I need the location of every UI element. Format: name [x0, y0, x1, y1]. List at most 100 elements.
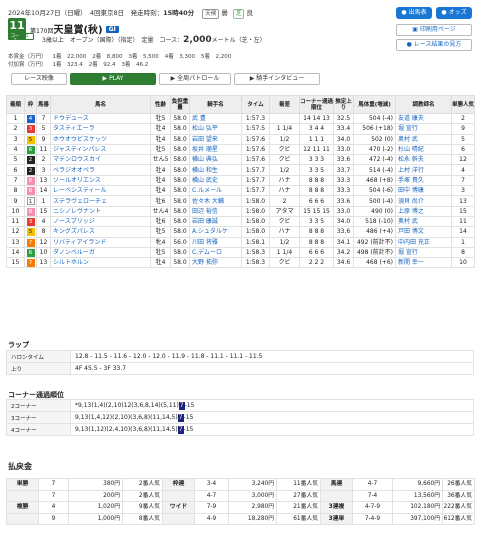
race-time: 1:57.7: [241, 164, 270, 176]
weight-carried: 58.0: [170, 143, 190, 156]
results-header-cell: 馬番: [36, 95, 51, 114]
table-row: 2 3 5 タスティエーラ 牡4 58.0 松山 弘平 1:57.5 1 1/4 3 4 4 33.…: [6, 123, 475, 135]
horse-name[interactable]: ホウオウビスケッツ: [50, 133, 151, 145]
jockey-name[interactable]: 川田 将雅: [189, 236, 242, 248]
margin: 1/2: [269, 133, 300, 145]
trainer-name[interactable]: 戸田 博文: [395, 226, 452, 238]
last-3f: 34.6: [333, 257, 354, 269]
payout-popularity: 11番人気: [276, 478, 321, 491]
print-page-button[interactable]: ▣ 印刷用ページ: [396, 24, 472, 36]
jockey-interview-tab[interactable]: ▶ 騎手インタビュー: [234, 73, 320, 85]
horse-name[interactable]: ダノンベルーガ: [50, 246, 151, 259]
trainer-name[interactable]: 松永 幹夫: [395, 154, 452, 166]
results-table: 着順枠馬番 馬名 性齢 負担重量 騎手名 タイム 着差 コーナー通過順位 推定上り 馬体重(増減)…: [6, 95, 475, 269]
jockey-name[interactable]: 岩田 康誠: [189, 215, 242, 228]
popularity: 10: [451, 257, 475, 269]
horse-name[interactable]: シルトホルン: [50, 257, 151, 269]
payout-amount: 2,980円: [228, 501, 277, 514]
trainer-name[interactable]: 杉山 晴紀: [395, 143, 452, 156]
finish-position: 3: [6, 133, 25, 145]
horse-name[interactable]: ベラジオオペラ: [50, 164, 151, 176]
trainer-name[interactable]: 田中 博康: [395, 185, 452, 197]
jockey-name[interactable]: 松山 弘平: [189, 123, 242, 135]
trainer-name[interactable]: 奥村 武: [395, 133, 452, 145]
sex-age: 牡5: [150, 112, 171, 125]
weight-carried: 58.0: [170, 123, 190, 135]
jockey-name[interactable]: A.シュタルケ: [189, 226, 242, 238]
horse-name[interactable]: キングズパレス: [50, 226, 151, 238]
horse-number: 12: [36, 236, 51, 248]
horse-name[interactable]: ドウデュース: [50, 112, 151, 125]
date-text: 2024年10月27日（日曜） 4回東京8日 発走時刻：: [8, 9, 164, 17]
jockey-name[interactable]: C.デムーロ: [189, 246, 242, 259]
weight-carried: 58.0: [170, 154, 190, 166]
margin: ハナ: [269, 226, 300, 238]
trainer-name[interactable]: 須貝 尚介: [395, 195, 452, 207]
trainer-name[interactable]: 上原 博之: [395, 205, 452, 217]
horse-name[interactable]: ソールオリエンス: [50, 174, 151, 187]
horse-name[interactable]: レーベンスティール: [50, 185, 151, 197]
last-3f: 33.6: [333, 195, 354, 207]
race-time: 1:57.7: [241, 174, 270, 187]
jockey-name[interactable]: 岩田 望来: [189, 133, 242, 145]
popularity: 6: [451, 143, 475, 156]
result-guide-button[interactable]: ● レース結果の見方: [396, 39, 472, 51]
weight-carried: 58.0: [170, 226, 190, 238]
trainer-name[interactable]: 手塚 貴久: [395, 174, 452, 187]
frame-number: 8: [24, 185, 37, 197]
trainer-name[interactable]: 堀 宣行: [395, 246, 452, 259]
payout-amount: 13,560円: [392, 489, 443, 502]
margin: ハナ: [269, 185, 300, 197]
horse-name[interactable]: タスティエーラ: [50, 123, 151, 135]
results-header-cell: コーナー通過順位: [299, 95, 334, 114]
horse-number: 14: [36, 185, 51, 197]
last-3f: 34.1: [333, 236, 354, 248]
payout-amount: 3,000円: [228, 489, 277, 502]
results-header-row: 着順枠馬番 馬名 性齢 負担重量 騎手名 タイム 着差 コーナー通過順位 推定上り 馬体重(増減)…: [6, 95, 475, 114]
horse-name[interactable]: ニシノレヴナント: [50, 205, 151, 217]
table-row: 9 1 1 ステラヴェローチェ 牡6 58.0 佐々木 大輔 1:58.0 2 6 6 6 33.6…: [6, 195, 475, 207]
jockey-name[interactable]: 佐々木 大輔: [189, 195, 242, 207]
horse-name[interactable]: ジャスティンパレス: [50, 143, 151, 156]
jockey-name[interactable]: 坂井 瑠星: [189, 143, 242, 156]
weather-value: 曇: [221, 9, 228, 17]
race-time: 1:57.6: [241, 143, 270, 156]
trainer-name[interactable]: 新開 幸一: [395, 257, 452, 269]
trainer-name[interactable]: 友道 康夫: [395, 112, 452, 125]
patrol-video-tab[interactable]: ▶ 全周パトロール: [159, 73, 231, 85]
horse-name[interactable]: リバティアイランド: [50, 236, 151, 248]
jockey-name[interactable]: 田辺 裕信: [189, 205, 242, 217]
play-button[interactable]: ▶ PLAY: [70, 73, 156, 85]
jockey-name[interactable]: 大野 拓弥: [189, 257, 242, 269]
horse-name[interactable]: ノースブリッジ: [50, 215, 151, 228]
trainer-name[interactable]: 奥村 武: [395, 215, 452, 228]
corner-positions: 8 8 8: [299, 174, 334, 187]
jockey-name[interactable]: 横山 典弘: [189, 154, 242, 166]
combination: 7-4: [352, 489, 393, 502]
body-weight: 500 (-4): [353, 195, 396, 207]
jockey-name[interactable]: 横山 和生: [189, 164, 242, 176]
race-video-tab[interactable]: レース映像: [11, 73, 67, 85]
trainer-name[interactable]: 堀 宣行: [395, 123, 452, 135]
body-weight: 518 (-10): [353, 215, 396, 228]
last-3f: 34.0: [333, 133, 354, 145]
odds-button[interactable]: ● オッズ: [436, 7, 472, 19]
jockey-name[interactable]: 武 豊: [189, 112, 242, 125]
jockey-name[interactable]: C.ルメール: [189, 185, 242, 197]
popularity: 15: [451, 205, 475, 217]
horse-name[interactable]: マテンロウスカイ: [50, 154, 151, 166]
jockey-name[interactable]: 横山 武史: [189, 174, 242, 187]
last-3f: 32.5: [333, 112, 354, 125]
trainer-name[interactable]: 上村 洋行: [395, 164, 452, 176]
payout-amount: 200円: [68, 489, 123, 502]
trainer-name[interactable]: 中内田 充正: [395, 236, 452, 248]
table-row: 3 5 9 ホウオウビスケッツ 牡4 58.0 岩田 望来 1:57.6 1/2 1 1 1 34.…: [6, 133, 475, 145]
sex-age: 牡5: [150, 246, 171, 259]
horse-name[interactable]: ステラヴェローチェ: [50, 195, 151, 207]
payout-popularity: 26番人気: [442, 478, 475, 491]
finish-position: 5: [6, 154, 25, 166]
frame-number: 3: [24, 215, 37, 228]
payout-popularity: 36番人気: [442, 489, 475, 502]
finish-position: 6: [6, 164, 25, 176]
horse-list-button[interactable]: ● 出馬表: [396, 7, 432, 19]
